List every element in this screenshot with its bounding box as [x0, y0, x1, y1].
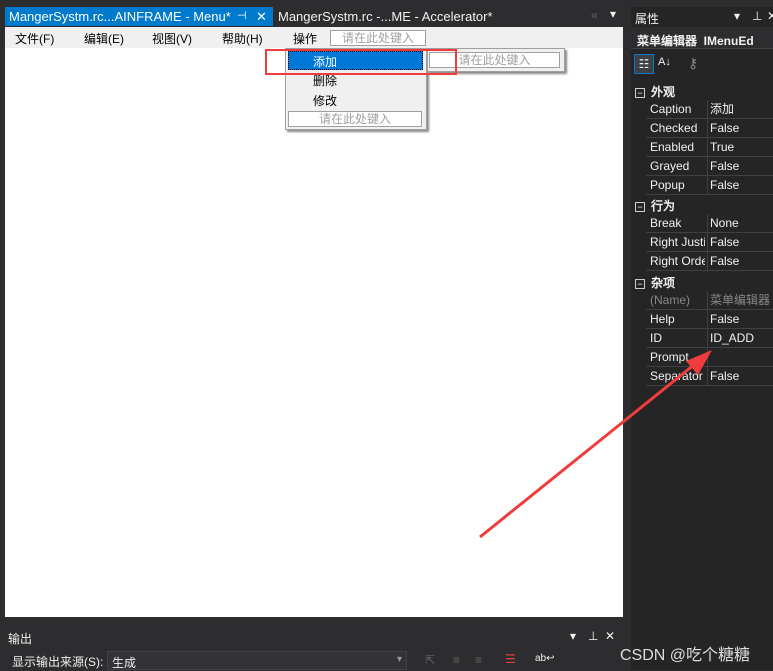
annotation-arrow: [479, 350, 712, 539]
